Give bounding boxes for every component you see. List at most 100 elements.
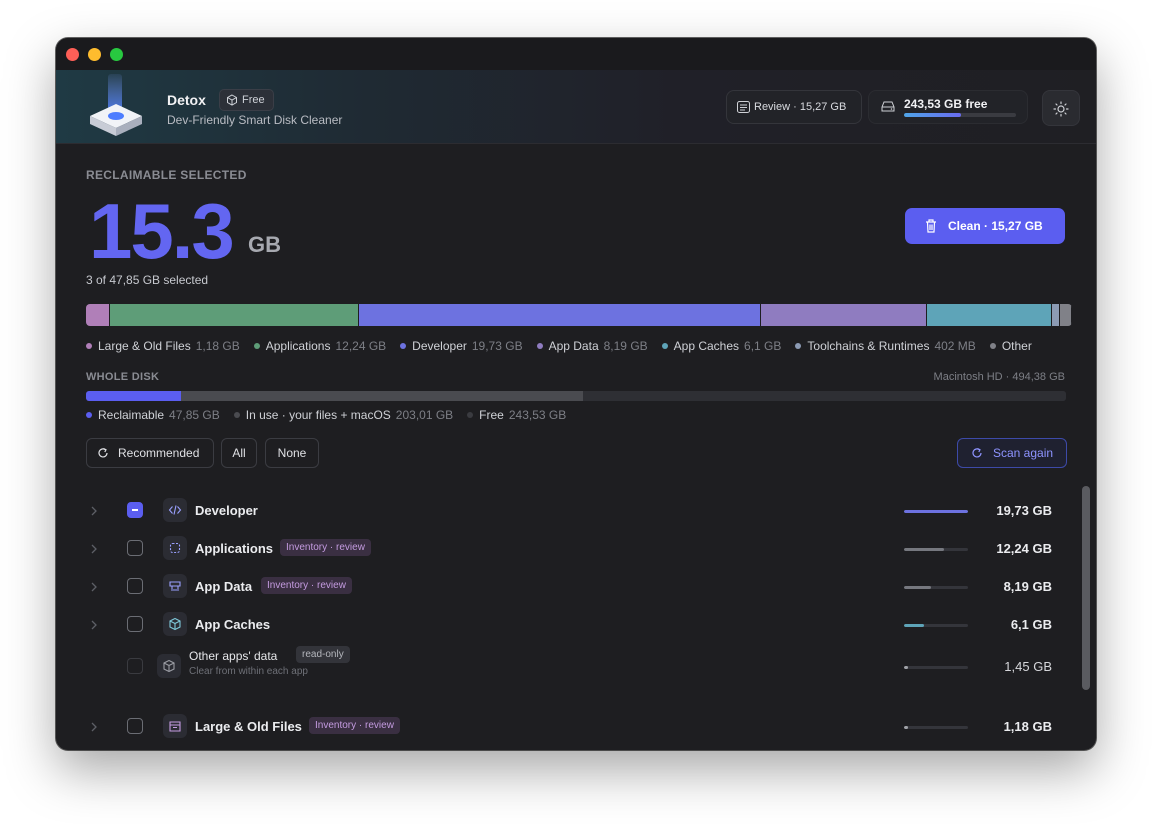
inventory-review-tag: Inventory · review <box>309 717 400 734</box>
legend-value: 47,85 GB <box>169 408 220 422</box>
category-size-fill <box>904 624 924 627</box>
legend-value: 402 MB <box>934 339 976 353</box>
clean-button[interactable]: Clean · 15,27 GB <box>905 208 1065 244</box>
legend-value: 6,1 GB <box>744 339 782 353</box>
legend-label: Reclaimable <box>98 408 165 422</box>
chevron-right-icon[interactable] <box>90 620 98 630</box>
reclaimable-amount: 15.3 <box>89 187 235 275</box>
category-checkbox[interactable] <box>127 718 143 734</box>
recommended-label: Recommended <box>118 446 200 460</box>
category-size: 12,24 GB <box>996 541 1052 556</box>
theme-toggle-button[interactable] <box>1042 90 1080 126</box>
legend-item: Other <box>989 339 1037 353</box>
scan-again-button[interactable]: Scan again <box>957 438 1067 468</box>
whole-disk-segment-reclaimable <box>86 391 181 401</box>
select-all-button[interactable]: All <box>221 438 257 468</box>
whole-disk-segment-in <box>180 391 584 401</box>
cube-icon <box>163 612 187 636</box>
refresh-icon <box>98 447 108 458</box>
breakdown-segment-developer <box>359 304 761 326</box>
review-button[interactable]: Review · 15,27 GB <box>726 90 862 124</box>
whole-disk-segment-free <box>583 391 1066 401</box>
cube-icon <box>227 94 237 106</box>
legend-item: App Caches 6,1 GB <box>661 339 782 353</box>
category-size-fill <box>904 666 908 669</box>
whole-disk-legend-item: Free 243,53 GB <box>467 408 566 422</box>
trash-icon <box>926 219 936 233</box>
zoom-button[interactable] <box>110 48 123 61</box>
disk-free-track <box>904 113 1016 117</box>
whole-disk-legend-item: In use · your files + macOS 203,01 GB <box>233 408 454 422</box>
reclaimable-unit: GB <box>248 232 281 257</box>
disk-free-fill <box>904 113 962 117</box>
legend-dot <box>467 411 474 418</box>
category-legend: Large & Old Files 1,18 GB Applications 12,2… <box>86 339 1066 355</box>
category-list: Developer 19,73 GB Applications Inventor… <box>56 490 1096 750</box>
legend-value: 243,53 GB <box>508 408 567 422</box>
category-checkbox-disabled <box>127 658 143 674</box>
category-size-fill <box>904 726 908 729</box>
minimize-button[interactable] <box>88 48 101 61</box>
category-size: 19,73 GB <box>996 503 1052 518</box>
legend-dot <box>536 342 543 349</box>
category-checkbox[interactable] <box>127 502 143 518</box>
code-icon <box>163 498 187 522</box>
chevron-right-icon[interactable] <box>90 722 98 732</box>
category-name: Developer <box>195 503 258 518</box>
database-icon <box>163 574 187 598</box>
category-name: Applications <box>195 541 274 556</box>
category-row-app-data[interactable]: App Data Inventory · review 8,19 GB <box>56 568 1096 606</box>
legend-item: Toolchains & Runtimes 402 MB <box>795 339 976 353</box>
close-button[interactable] <box>66 48 79 61</box>
title-bar <box>56 38 1096 70</box>
selected-summary: 3 of 47,85 GB selected <box>86 273 209 287</box>
legend-label: Applications <box>265 339 331 353</box>
recommended-button[interactable]: Recommended <box>86 438 214 468</box>
inventory-review-tag: Inventory · review <box>280 539 371 556</box>
list-icon <box>737 101 750 113</box>
whole-disk-bar <box>86 391 1066 401</box>
legend-label: Free <box>479 408 504 422</box>
plan-badge-label: Free <box>242 94 265 106</box>
whole-disk-label: WHOLE DISK <box>86 371 160 383</box>
breakdown-segment-app-caches <box>927 304 1052 326</box>
legend-item: Large & Old Files 1,18 GB <box>86 339 240 353</box>
select-none-button[interactable]: None <box>265 438 319 468</box>
legend-value: 203,01 GB <box>395 408 454 422</box>
whole-disk-legend-item: Reclaimable 47,85 GB <box>86 408 220 422</box>
chevron-right-icon[interactable] <box>90 506 98 516</box>
category-checkbox[interactable] <box>127 540 143 556</box>
category-row-developer[interactable]: Developer 19,73 GB <box>56 492 1096 530</box>
category-name: Large & Old Files <box>195 719 302 734</box>
reclaimable-label: RECLAIMABLE SELECTED <box>86 168 247 182</box>
category-row-applications[interactable]: Applications Inventory · review 12,24 GB <box>56 530 1096 568</box>
category-checkbox[interactable] <box>127 616 143 632</box>
review-button-label: Review · 15,27 GB <box>754 101 847 113</box>
legend-value: 1,18 GB <box>195 339 240 353</box>
disk-name: Macintosh HD · 494,38 GB <box>933 371 1065 383</box>
category-row-large-old-files[interactable]: Large & Old Files Inventory · review 1,18 … <box>56 708 1096 746</box>
drive-icon <box>881 101 895 112</box>
legend-value: 12,24 GB <box>335 339 387 353</box>
list-scrollbar[interactable] <box>1082 486 1090 690</box>
legend-dot <box>86 411 92 418</box>
category-size-fill <box>904 510 968 513</box>
plan-badge: Free <box>219 89 274 111</box>
category-name: Other apps' data <box>189 649 278 663</box>
category-checkbox[interactable] <box>127 578 143 594</box>
category-row-toolchains-runtimes[interactable]: Toolchains & RuntimesInventory · review4… <box>56 746 1096 750</box>
legend-dot <box>795 342 802 349</box>
legend-label: App Data <box>548 339 599 353</box>
legend-dot <box>253 342 260 349</box>
chevron-right-icon[interactable] <box>90 544 98 554</box>
breakdown-segment-other <box>1059 304 1072 326</box>
chevron-right-icon[interactable] <box>90 582 98 592</box>
disk-free-indicator: 243,53 GB free <box>868 90 1028 124</box>
app-name: Detox <box>167 92 206 108</box>
legend-label: App Caches <box>673 339 740 353</box>
legend-item: Developer 19,73 GB <box>400 339 523 353</box>
app-subtitle: Dev-Friendly Smart Disk Cleaner <box>167 113 343 127</box>
legend-label: Developer <box>412 339 467 353</box>
category-row-app-caches[interactable]: App Caches 6,1 GB <box>56 606 1096 644</box>
legend-item: App Data 8,19 GB <box>536 339 648 353</box>
